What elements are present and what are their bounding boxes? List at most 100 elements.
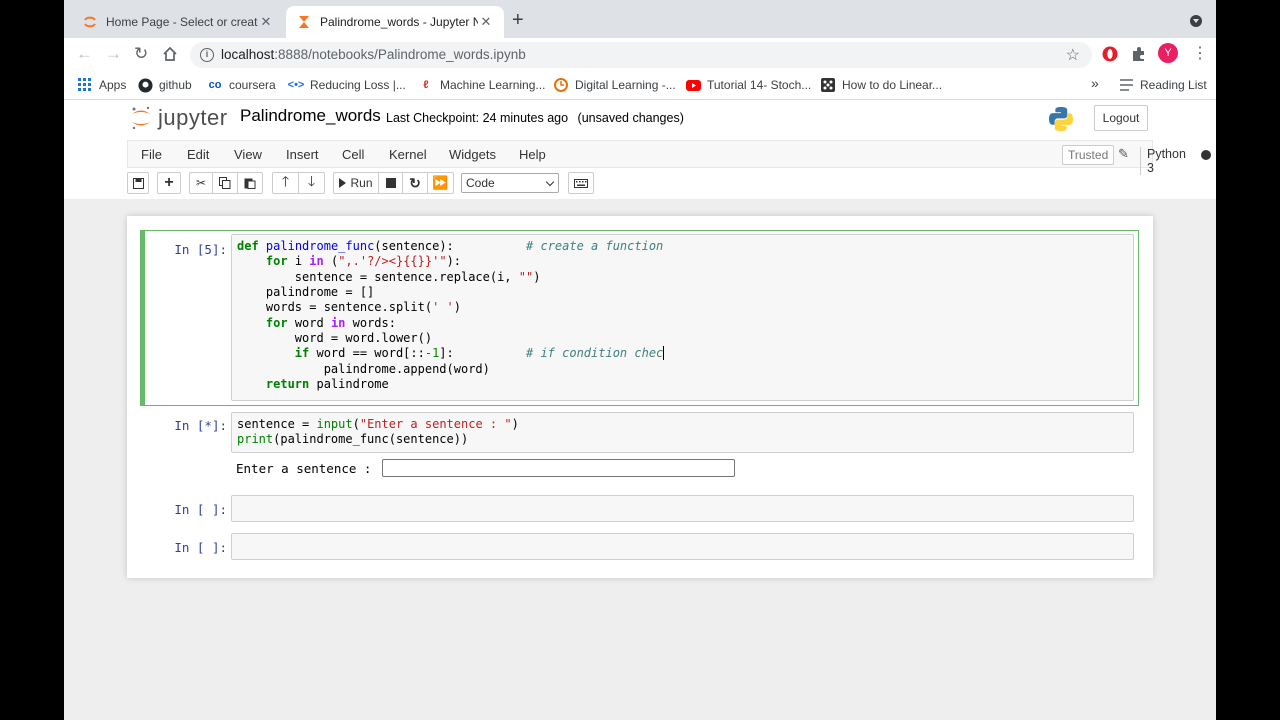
tab-title: Palindrome_words - Jupyter No (320, 15, 478, 29)
menu-help[interactable]: Help (519, 147, 546, 162)
opera-extension-icon[interactable] (1101, 45, 1119, 63)
bookmark-reducing-loss[interactable]: <•> Reducing Loss |... (288, 77, 406, 93)
bookmarks-bar: Apps github co coursera <•> Reducing Loss … (64, 71, 1216, 100)
code-editor-empty[interactable] (231, 495, 1134, 522)
bookmark-machine-learning[interactable]: ℓ Machine Learning... (418, 77, 545, 93)
site-info-icon[interactable]: i (200, 48, 214, 62)
last-checkpoint: Last Checkpoint: 24 minutes ago (386, 111, 569, 125)
jupyter-logo-icon (132, 106, 150, 130)
bookmark-label: Digital Learning -... (575, 78, 676, 92)
code-text[interactable]: sentence = input("Enter a sentence : ") … (237, 417, 519, 448)
more-bookmarks-button[interactable]: » (1091, 75, 1099, 91)
bookmark-label: github (159, 78, 192, 92)
tab-home-page[interactable]: Home Page - Select or create a ✕ (72, 6, 284, 38)
stop-icon (385, 178, 396, 188)
tab-palindrome-words[interactable]: Palindrome_words - Jupyter No ✕ (286, 6, 504, 38)
apps-grid-icon (77, 77, 93, 93)
code-editor[interactable]: def palindrome_func(sentence): # create … (231, 234, 1134, 401)
notebook-name[interactable]: Palindrome_words (240, 106, 381, 126)
close-tab-icon[interactable]: ✕ (478, 14, 494, 30)
cell-prompt: In [ ]: (174, 540, 227, 555)
command-palette-button[interactable] (568, 172, 594, 194)
trusted-indicator[interactable]: Trusted (1062, 145, 1115, 165)
run-label: Run (350, 176, 373, 190)
bookmark-linear[interactable]: How to do Linear... (820, 77, 942, 93)
code-editor[interactable]: sentence = input("Enter a sentence : ") … (231, 412, 1134, 453)
extensions-puzzle-icon[interactable] (1130, 45, 1148, 63)
bookmark-apps[interactable]: Apps (77, 77, 126, 93)
menu-kernel[interactable]: Kernel (389, 147, 427, 162)
notebook-container: In [5]: def palindrome_func(sentence): #… (127, 216, 1153, 578)
menu-widgets[interactable]: Widgets (449, 147, 496, 162)
menu-view[interactable]: View (234, 147, 262, 162)
tab-search-icon[interactable] (1190, 15, 1202, 27)
menu-file[interactable]: File (141, 147, 162, 162)
bookmark-label: Apps (99, 78, 127, 92)
cut-button[interactable]: ✂ (189, 172, 213, 194)
bookmark-label: coursera (229, 78, 276, 92)
bookmark-digital-learning[interactable]: Digital Learning -... (553, 77, 676, 93)
bookmark-tutorial-14[interactable]: Tutorial 14- Stoch... (685, 77, 811, 93)
stdin-prompt-label: Enter a sentence : (236, 461, 372, 476)
address-bar[interactable]: i localhost:8888/notebooks/Palindrome_wo… (190, 42, 1092, 68)
browser-menu-icon[interactable]: ⋮ (1192, 45, 1210, 63)
bookmark-label: Tutorial 14- Stoch... (707, 78, 812, 92)
menu-cell[interactable]: Cell (342, 147, 364, 162)
paste-button[interactable] (237, 172, 263, 194)
back-icon[interactable]: ← (76, 44, 93, 64)
arrow-up-icon: 🡑 (281, 173, 290, 189)
youtube-icon (685, 77, 701, 93)
github-icon (137, 77, 153, 93)
restart-button[interactable]: ↻ (402, 172, 428, 194)
bookmark-star-icon[interactable]: ☆ (1066, 45, 1080, 65)
dice-icon (820, 77, 836, 93)
scissors-icon: ✂ (195, 176, 207, 190)
forward-icon[interactable]: → (105, 44, 122, 64)
reading-list-button[interactable]: Reading List (1118, 77, 1207, 93)
bookmark-coursera[interactable]: co coursera (207, 77, 276, 93)
interrupt-button[interactable] (378, 172, 403, 194)
jupyter-logo[interactable]: jupyter (130, 104, 228, 132)
url-host: localhost (221, 47, 275, 62)
logout-button[interactable]: Logout (1094, 105, 1148, 131)
save-button[interactable] (127, 172, 149, 194)
jupyter-menubar: File Edit View Insert Cell Kernel Widget… (127, 140, 1211, 175)
jupyter-header: jupyter Palindrome_words Last Checkpoint… (64, 100, 1216, 199)
jupyter-logo-text: jupyter (158, 105, 228, 130)
move-down-button[interactable]: 🡓 (298, 172, 325, 194)
cell-type-select[interactable]: Code (461, 173, 559, 193)
code-text[interactable]: def palindrome_func(sentence): # create … (237, 239, 665, 392)
bookmark-github[interactable]: github (137, 77, 192, 93)
copy-button[interactable] (212, 172, 238, 194)
url-path: :8888/notebooks/Palindrome_words.ipynb (274, 47, 526, 62)
clock-icon (553, 77, 569, 93)
new-tab-button[interactable]: + (512, 10, 524, 30)
code-icon: <•> (287, 79, 305, 91)
move-up-button[interactable]: 🡑 (272, 172, 299, 194)
hourglass-icon (296, 14, 312, 30)
stdin-input[interactable] (382, 459, 735, 477)
code-editor-empty[interactable] (231, 533, 1134, 560)
paste-icon (244, 178, 256, 189)
restart-icon: ↻ (409, 174, 421, 191)
run-button[interactable]: Run (333, 172, 379, 194)
restart-run-all-button[interactable]: ⏩ (427, 172, 454, 194)
home-icon[interactable] (162, 44, 178, 67)
close-tab-icon[interactable]: ✕ (258, 14, 274, 30)
arrow-down-icon: 🡓 (307, 173, 316, 189)
ml-icon: ℓ (423, 79, 429, 91)
python-logo-icon (1048, 106, 1074, 137)
insert-cell-button[interactable]: + (157, 172, 181, 194)
bookmark-label: How to do Linear... (842, 78, 943, 92)
menu-edit[interactable]: Edit (187, 147, 209, 162)
cell-prompt: In [5]: (174, 242, 227, 257)
menu-insert[interactable]: Insert (286, 147, 319, 162)
checkpoint-status: Last Checkpoint: 24 minutes ago (unsaved… (386, 111, 684, 125)
coursera-icon: co (208, 79, 222, 91)
jupyter-icon (82, 14, 98, 30)
pencil-icon[interactable]: ✎ (1118, 146, 1129, 162)
reload-icon[interactable]: ↻ (134, 44, 148, 64)
tab-strip: Home Page - Select or create a ✕ Palindr… (64, 0, 1216, 38)
kernel-name[interactable]: Python 3 (1140, 147, 1186, 175)
profile-avatar[interactable]: Y (1158, 43, 1178, 63)
